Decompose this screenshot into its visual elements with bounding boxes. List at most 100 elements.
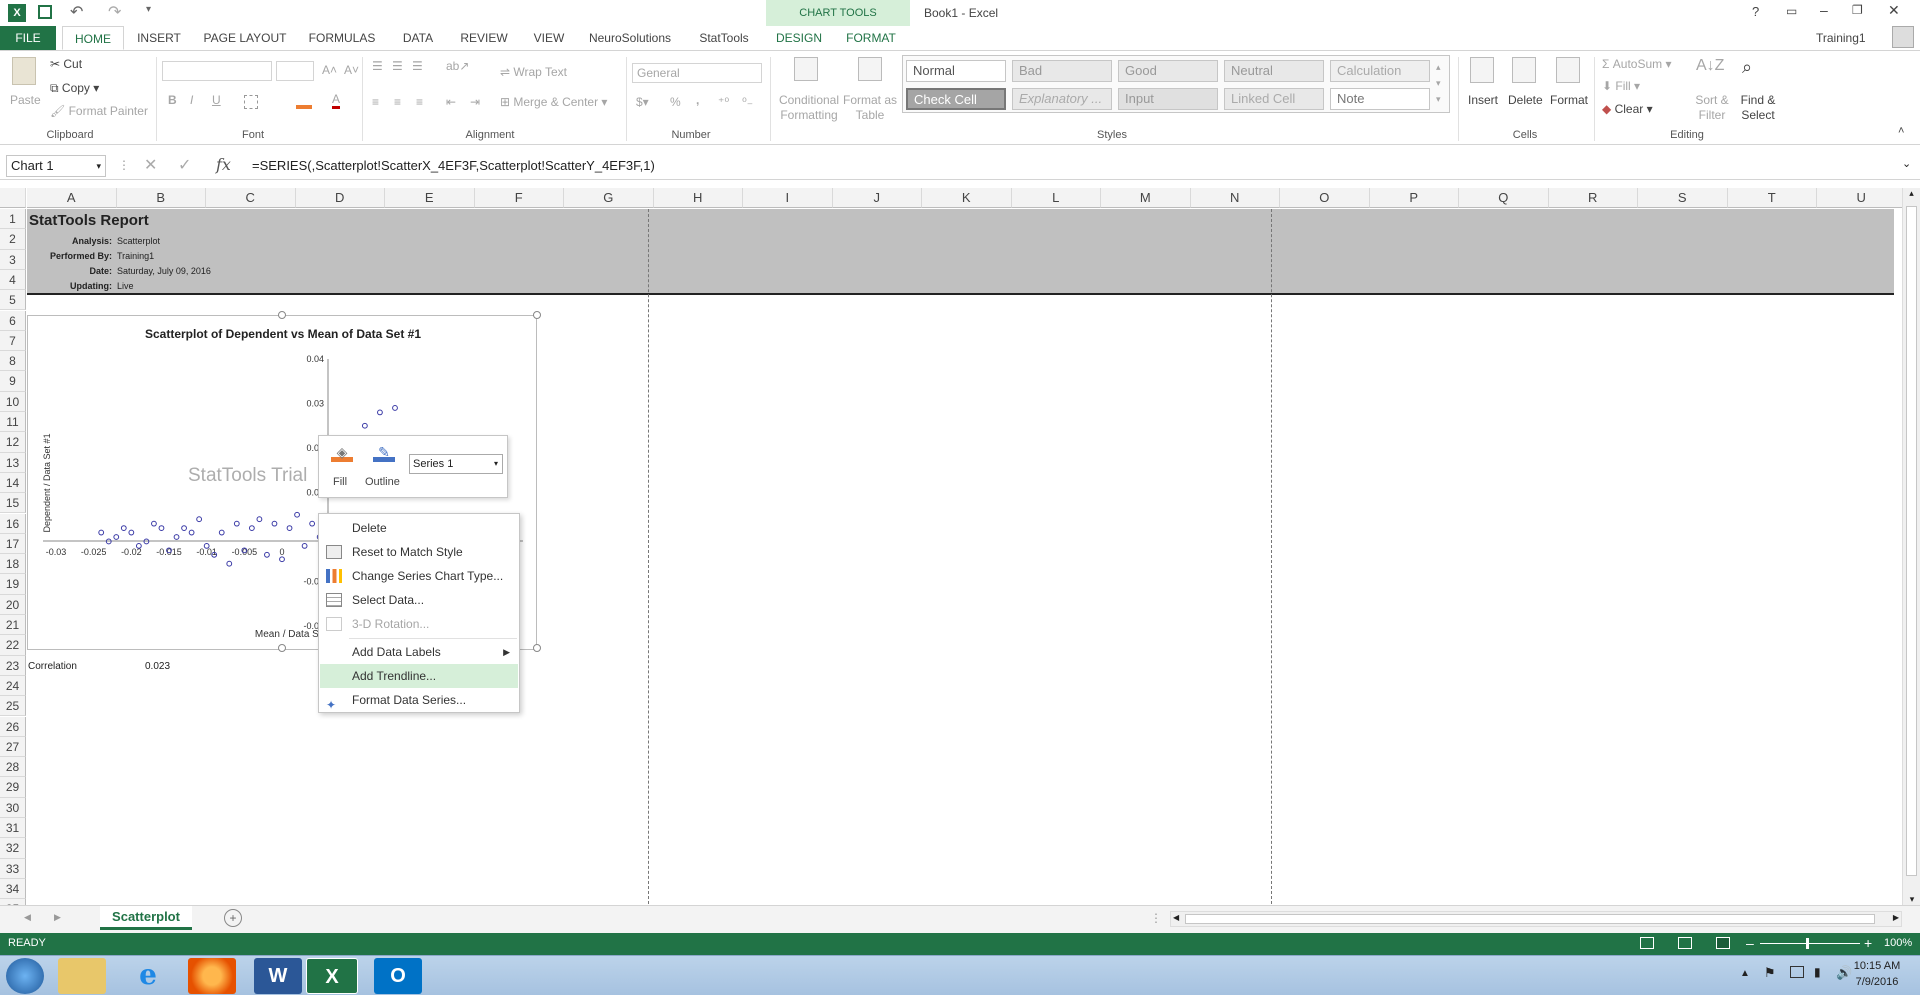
row-header[interactable]: 5 xyxy=(0,290,26,311)
fill-button[interactable]: ⬇ Fill ▾ xyxy=(1602,79,1640,93)
row-header[interactable]: 3 xyxy=(0,249,26,270)
row-header[interactable]: 16 xyxy=(0,513,26,534)
merge-center-button[interactable]: ⊞ Merge & Center ▾ xyxy=(500,95,607,109)
formula-input[interactable]: =SERIES(,Scatterplot!ScatterX_4EF3F,Scat… xyxy=(252,158,655,173)
excel-logo-icon[interactable]: X xyxy=(8,4,26,22)
tab-file[interactable]: FILE xyxy=(0,26,56,50)
row-header[interactable]: 18 xyxy=(0,554,26,575)
ribbon-display-icon[interactable]: ▭ xyxy=(1786,4,1797,18)
word-icon[interactable]: W xyxy=(254,958,302,994)
tab-format[interactable]: FORMAT xyxy=(840,26,902,50)
scroll-down-icon[interactable]: ▾ xyxy=(1903,894,1920,905)
minimize-icon[interactable]: – xyxy=(1820,2,1828,18)
tab-review[interactable]: REVIEW xyxy=(456,26,512,50)
align-middle-icon[interactable]: ☰ xyxy=(392,59,403,73)
outline-button[interactable]: Outline xyxy=(365,476,400,488)
menu-item-format-series[interactable]: ✦ Format Data Series... xyxy=(320,688,518,712)
row-header[interactable]: 33 xyxy=(0,858,26,879)
row-header[interactable]: 9 xyxy=(0,371,26,392)
scroll-left-icon[interactable]: ◀ xyxy=(1173,913,1179,922)
next-sheet-icon[interactable]: ▶ xyxy=(54,912,61,923)
menu-item-3d-rotation[interactable]: 3-D Rotation... xyxy=(320,612,518,636)
outline-pen-icon[interactable]: ✎ xyxy=(373,444,395,462)
row-header[interactable]: 20 xyxy=(0,594,26,615)
font-name-box[interactable] xyxy=(162,61,272,81)
row-header[interactable]: 22 xyxy=(0,635,26,656)
avatar[interactable] xyxy=(1892,26,1914,48)
align-bottom-icon[interactable]: ☰ xyxy=(412,59,423,73)
column-header[interactable]: G xyxy=(564,188,654,208)
page-layout-view-icon[interactable] xyxy=(1678,937,1692,949)
shrink-font-icon[interactable]: A˅ xyxy=(344,63,359,77)
file-explorer-icon[interactable] xyxy=(58,958,106,994)
row-header[interactable]: 1 xyxy=(0,209,26,230)
align-right-icon[interactable]: ≡ xyxy=(416,95,423,109)
tab-neurosolutions[interactable]: NeuroSolutions xyxy=(582,26,678,50)
scroll-thumb[interactable] xyxy=(1906,206,1917,876)
menu-item-reset-style[interactable]: Reset to Match Style xyxy=(320,540,518,564)
cancel-icon[interactable]: ✕ xyxy=(144,155,157,175)
enter-icon[interactable]: ✓ xyxy=(178,155,191,175)
row-header[interactable]: 11 xyxy=(0,412,26,433)
delete-cells-icon[interactable] xyxy=(1512,57,1536,83)
paste-button[interactable]: Paste xyxy=(10,93,41,107)
column-header[interactable]: K xyxy=(922,188,1012,208)
format-as-table-icon[interactable] xyxy=(858,57,882,81)
column-header[interactable]: B xyxy=(116,188,206,208)
align-left-icon[interactable]: ≡ xyxy=(372,95,379,109)
power-icon[interactable]: ▮ xyxy=(1814,965,1821,979)
grow-font-icon[interactable]: A˄ xyxy=(322,63,337,77)
outlook-icon[interactable]: O xyxy=(374,958,422,994)
menu-item-change-chart-type[interactable]: Change Series Chart Type... xyxy=(320,564,518,588)
decrease-decimal-icon[interactable]: ⁰₋ xyxy=(742,95,753,109)
row-header[interactable]: 32 xyxy=(0,838,26,859)
number-format-box[interactable]: General xyxy=(632,63,762,83)
chart-resize-handle[interactable] xyxy=(278,311,286,319)
expand-formula-icon[interactable]: ⌄ xyxy=(1902,157,1911,170)
row-header[interactable]: 24 xyxy=(0,675,26,697)
chart-resize-handle[interactable] xyxy=(278,644,286,652)
sort-filter-icon[interactable]: A↓Z xyxy=(1696,57,1724,75)
tab-formulas[interactable]: FORMULAS xyxy=(306,26,378,50)
increase-indent-icon[interactable]: ⇥ xyxy=(470,95,480,109)
insert-function-icon[interactable]: fx xyxy=(216,155,231,174)
underline-button[interactable]: U xyxy=(212,93,221,107)
column-header[interactable]: L xyxy=(1011,188,1101,208)
row-header[interactable]: 34 xyxy=(0,878,26,900)
redo-icon[interactable]: ↷ xyxy=(108,2,121,22)
clock-time[interactable]: 10:15 AM xyxy=(1844,960,1910,972)
format-cells-button[interactable]: Format xyxy=(1550,93,1588,107)
hscroll-thumb[interactable] xyxy=(1185,914,1875,924)
row-header[interactable]: 30 xyxy=(0,797,26,818)
row-header[interactable]: 10 xyxy=(0,391,26,412)
menu-item-delete[interactable]: Delete xyxy=(320,516,518,540)
clear-button[interactable]: ◆ Clear ▾ xyxy=(1602,102,1653,116)
vertical-scrollbar[interactable]: ▴ ▾ xyxy=(1902,188,1920,905)
style-neutral[interactable]: Neutral xyxy=(1224,60,1324,82)
cut-button[interactable]: ✂ Cut xyxy=(50,57,82,71)
chart-resize-handle[interactable] xyxy=(533,311,541,319)
row-header[interactable]: 25 xyxy=(0,696,26,717)
row-header[interactable]: 14 xyxy=(0,472,26,494)
fill-color-icon[interactable] xyxy=(296,95,312,109)
insert-cells-button[interactable]: Insert xyxy=(1468,93,1498,107)
style-explanatory[interactable]: Explanatory ... xyxy=(1012,88,1112,110)
zoom-slider[interactable] xyxy=(1760,943,1860,944)
font-color-icon[interactable]: A xyxy=(332,92,341,109)
column-header[interactable]: H xyxy=(653,188,743,208)
increase-decimal-icon[interactable]: ⁺⁰ xyxy=(718,95,729,109)
select-all-corner[interactable] xyxy=(0,188,26,208)
orientation-icon[interactable]: ab↗ xyxy=(446,59,469,73)
row-header[interactable]: 19 xyxy=(0,574,26,595)
zoom-level[interactable]: 100% xyxy=(1884,937,1912,949)
scroll-up-icon[interactable]: ▴ xyxy=(1903,188,1920,199)
menu-item-add-trendline[interactable]: Add Trendline... xyxy=(320,664,518,688)
row-header[interactable]: 15 xyxy=(0,493,26,514)
column-header[interactable]: P xyxy=(1369,188,1459,208)
tab-view[interactable]: VIEW xyxy=(526,26,572,50)
format-painter-button[interactable]: 🖌 Format Painter xyxy=(50,104,148,118)
column-header[interactable]: J xyxy=(832,188,922,208)
align-center-icon[interactable]: ≡ xyxy=(394,95,401,109)
firefox-icon[interactable] xyxy=(188,958,236,994)
user-name[interactable]: Training1 xyxy=(1816,31,1866,45)
